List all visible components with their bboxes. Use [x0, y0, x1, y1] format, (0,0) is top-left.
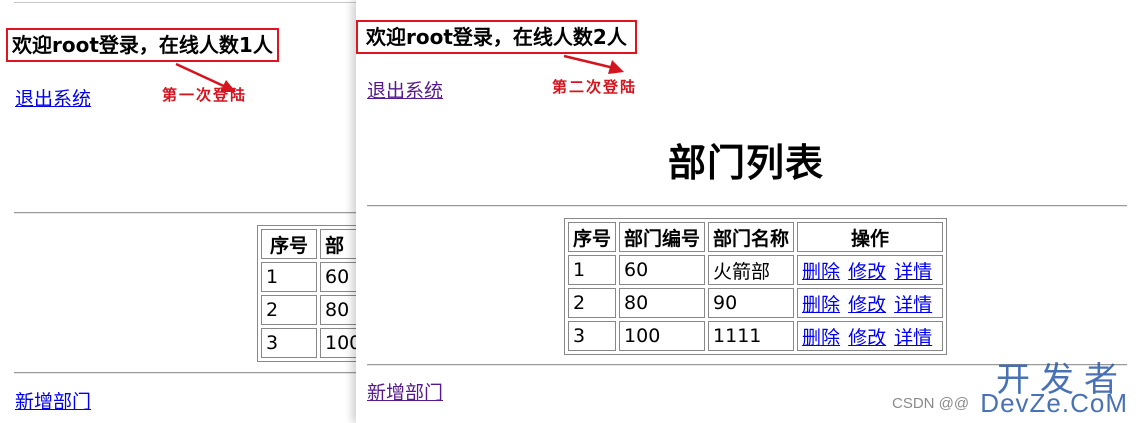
divider-bottom-first [14, 372, 360, 374]
cell-seq: 1 [568, 255, 617, 285]
edit-link[interactable]: 修改 [848, 327, 886, 349]
cell-seq: 2 [261, 295, 317, 325]
top-rule [14, 2, 360, 3]
cell-seq: 2 [568, 288, 617, 318]
welcome-message-second: 欢迎root登录，在线人数2人 [356, 20, 637, 54]
table-row: 2 80 90 删除 修改 详情 [568, 288, 944, 318]
arrow-icon [175, 62, 236, 92]
detail-link[interactable]: 详情 [894, 327, 932, 349]
cell-seq: 1 [261, 262, 317, 292]
header-actions: 操作 [797, 222, 944, 252]
cell-actions: 删除 修改 详情 [797, 288, 944, 318]
add-dept-link-first[interactable]: 新增部门 [15, 387, 91, 414]
logout-link-second[interactable]: 退出系统 [367, 76, 443, 103]
logout-link-first[interactable]: 退出系统 [15, 84, 91, 111]
table-header-row: 序号 部门编号 部门名称 操作 [568, 222, 944, 252]
delete-link[interactable]: 删除 [802, 294, 840, 316]
delete-link[interactable]: 删除 [802, 327, 840, 349]
detail-link[interactable]: 详情 [894, 294, 932, 316]
arrow-icon [563, 54, 624, 74]
page-title: 部门列表 [667, 141, 824, 185]
cell-actions: 删除 修改 详情 [797, 321, 944, 351]
cell-actions: 删除 修改 详情 [797, 255, 944, 285]
delete-link[interactable]: 删除 [802, 261, 840, 283]
welcome-message-first: 欢迎root登录，在线人数1人 [6, 28, 279, 62]
cell-code: 60 [619, 255, 706, 285]
table-row: 1 60 火箭部 删除 修改 详情 [568, 255, 944, 285]
header-seq: 序号 [568, 222, 617, 252]
table-row: 3 100 1111 删除 修改 详情 [568, 321, 944, 351]
cell-seq: 3 [261, 328, 317, 358]
cell-name: 火箭部 [708, 255, 795, 285]
cell-name: 1111 [708, 321, 795, 351]
cell-code: 80 [619, 288, 706, 318]
detail-link[interactable]: 详情 [894, 261, 932, 283]
edit-link[interactable]: 修改 [848, 294, 886, 316]
csdn-watermark: CSDN @@ [892, 395, 970, 412]
site-watermark-en: DevZe.CoM [980, 388, 1128, 418]
header-code: 部门编号 [619, 222, 706, 252]
cell-code: 100 [619, 321, 706, 351]
header-seq: 序号 [261, 229, 317, 259]
cell-seq: 3 [568, 321, 617, 351]
divider-top-second [367, 205, 1127, 207]
cell-name: 90 [708, 288, 795, 318]
dept-table-second: 序号 部门编号 部门名称 操作 1 60 火箭部 删除 修改 详情 2 80 9… [564, 218, 948, 355]
header-name: 部门名称 [708, 222, 795, 252]
add-dept-link-second[interactable]: 新增部门 [367, 378, 443, 405]
divider-top-first [14, 212, 360, 214]
edit-link[interactable]: 修改 [848, 261, 886, 283]
